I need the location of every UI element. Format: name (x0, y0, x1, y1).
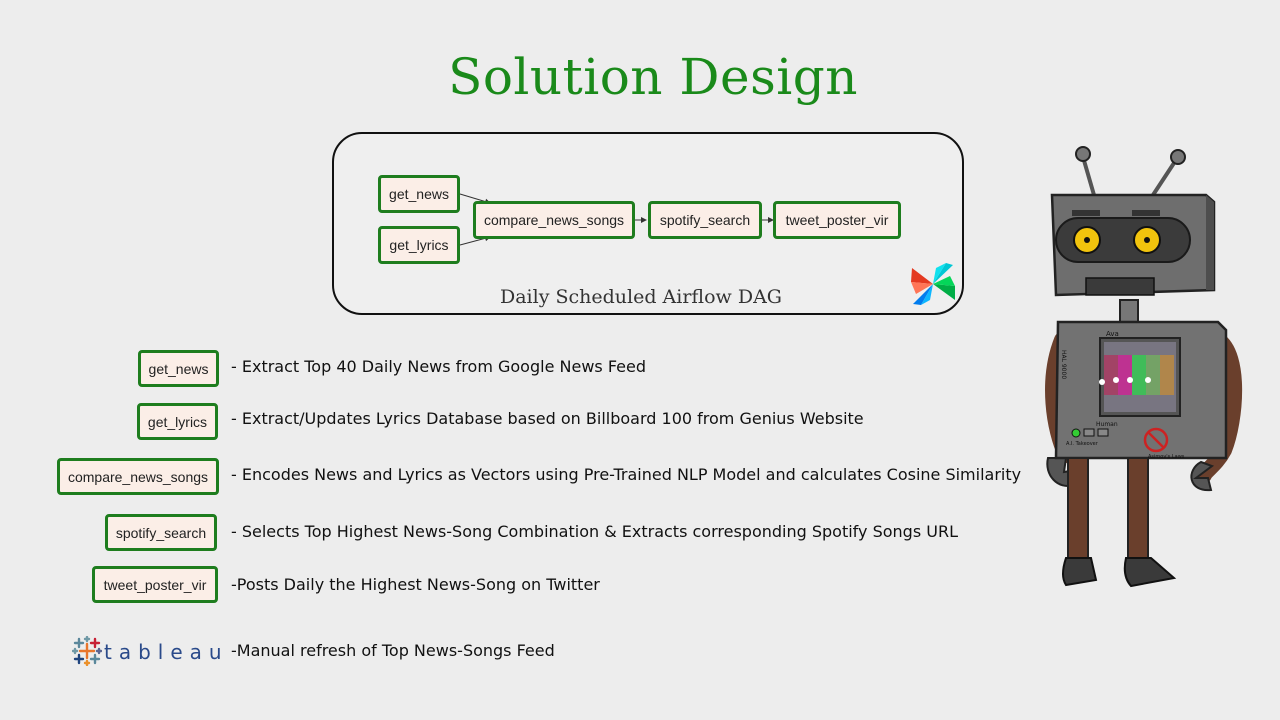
tableau-description: -Manual refresh of Top News-Songs Feed (231, 641, 555, 660)
svg-text:Asimov's Laws: Asimov's Laws (1148, 454, 1185, 460)
task-desc-compare-news-songs: - Encodes News and Lyrics as Vectors usi… (231, 465, 1022, 484)
dag-node-get-news: get_news (378, 175, 460, 213)
dag-node-spotify-search: spotify_search (648, 201, 762, 239)
tableau-wordmark: tableau (104, 640, 229, 664)
robot-illustration: Ava A.I. Takeover Human Asimov's Laws HA… (1045, 146, 1243, 588)
task-desc-get-lyrics: - Extract/Updates Lyrics Database based … (231, 409, 864, 428)
task-label-get-news: get_news (138, 350, 219, 387)
task-label-spotify-search: spotify_search (105, 514, 217, 551)
svg-text:A.I. Takeover: A.I. Takeover (1066, 441, 1099, 447)
task-desc-get-news: - Extract Top 40 Daily News from Google … (231, 357, 646, 376)
task-desc-tweet-poster-vir: -Posts Daily the Highest News-Song on Tw… (231, 575, 600, 594)
task-desc-spotify-search: - Selects Top Highest News-Song Combinat… (231, 522, 958, 541)
tableau-logo-icon (72, 636, 102, 666)
svg-text:Human: Human (1096, 421, 1118, 428)
task-label-tweet-poster-vir: tweet_poster_vir (92, 566, 218, 603)
svg-text:HAL 9000: HAL 9000 (1060, 350, 1067, 379)
task-label-get-lyrics: get_lyrics (137, 403, 218, 440)
svg-text:Ava: Ava (1106, 330, 1119, 338)
dag-caption: Daily Scheduled Airflow DAG (500, 286, 782, 308)
dag-node-get-lyrics: get_lyrics (378, 226, 460, 264)
airflow-pinwheel-icon (911, 263, 955, 305)
task-label-compare-news-songs: compare_news_songs (57, 458, 219, 495)
dag-node-compare-news-songs: compare_news_songs (473, 201, 635, 239)
dag-node-tweet-poster-vir: tweet_poster_vir (773, 201, 901, 239)
slide-title: Solution Design (448, 48, 858, 106)
